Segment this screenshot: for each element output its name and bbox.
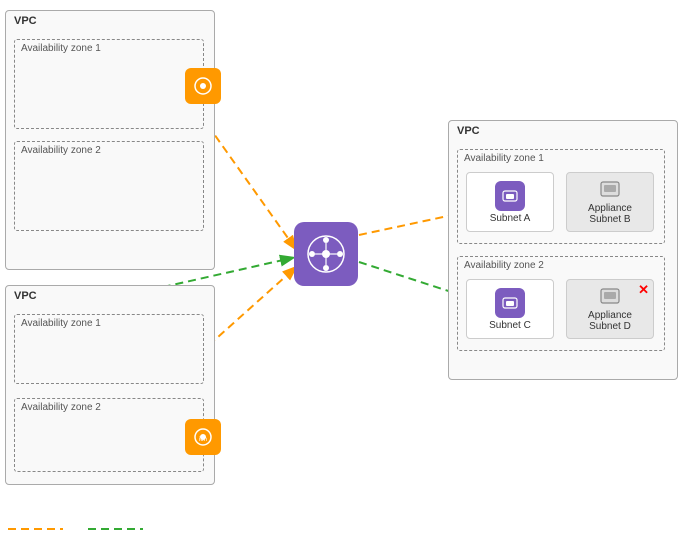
subnet-a-label: Subnet A (490, 213, 531, 224)
left-vpc2-label: VPC (14, 290, 37, 302)
left-vpc1: VPC Availability zone 1 Availability zon… (5, 10, 215, 270)
subnet-b-label: ApplianceSubnet B (588, 203, 632, 225)
diagram-container: VPC Availability zone 1 Availability zon… (0, 0, 686, 542)
subnet-c-label: Subnet C (489, 320, 531, 331)
left-vpc1-instance-icon (185, 68, 221, 104)
right-vpc-label: VPC (457, 125, 480, 137)
right-vpc-az1: Availability zone 1 Subnet A ApplianceSu… (457, 149, 665, 244)
right-vpc-az2-label: Availability zone 2 (464, 260, 544, 271)
left-vpc2-az2: Availability zone 2 ion (14, 398, 204, 472)
subnet-d-label: ApplianceSubnet D (588, 310, 632, 332)
left-vpc2-az1-label: Availability zone 1 (21, 318, 101, 329)
left-vpc1-label: VPC (14, 15, 37, 27)
left-vpc2-instance-icon: ion (185, 419, 221, 455)
left-vpc1-az1-label: Availability zone 1 (21, 43, 101, 54)
error-x-mark: ✕ (638, 282, 649, 298)
svg-text:ion: ion (199, 437, 207, 443)
left-vpc2: VPC Availability zone 1 Availability zon… (5, 285, 215, 485)
gateway-hub-icon (294, 222, 358, 286)
legend (8, 524, 148, 534)
subnet-a: Subnet A (466, 172, 554, 232)
left-vpc1-az2-label: Availability zone 2 (21, 145, 101, 156)
left-vpc2-az2-label: Availability zone 2 (21, 402, 101, 413)
subnet-b: ApplianceSubnet B (566, 172, 654, 232)
legend-orange (8, 524, 68, 534)
subnet-d: ApplianceSubnet D ✕ (566, 279, 654, 339)
right-vpc-az1-label: Availability zone 1 (464, 153, 544, 164)
right-vpc-az2: Availability zone 2 Subnet C ApplianceSu… (457, 256, 665, 351)
left-vpc1-az1: Availability zone 1 (14, 39, 204, 129)
subnet-c: Subnet C (466, 279, 554, 339)
subnet-c-icon (495, 288, 525, 318)
left-vpc2-az1: Availability zone 1 (14, 314, 204, 384)
legend-green (88, 524, 148, 534)
subnet-a-icon (495, 181, 525, 211)
right-vpc: VPC Availability zone 1 Subnet A (448, 120, 678, 380)
left-vpc1-az2: Availability zone 2 (14, 141, 204, 231)
